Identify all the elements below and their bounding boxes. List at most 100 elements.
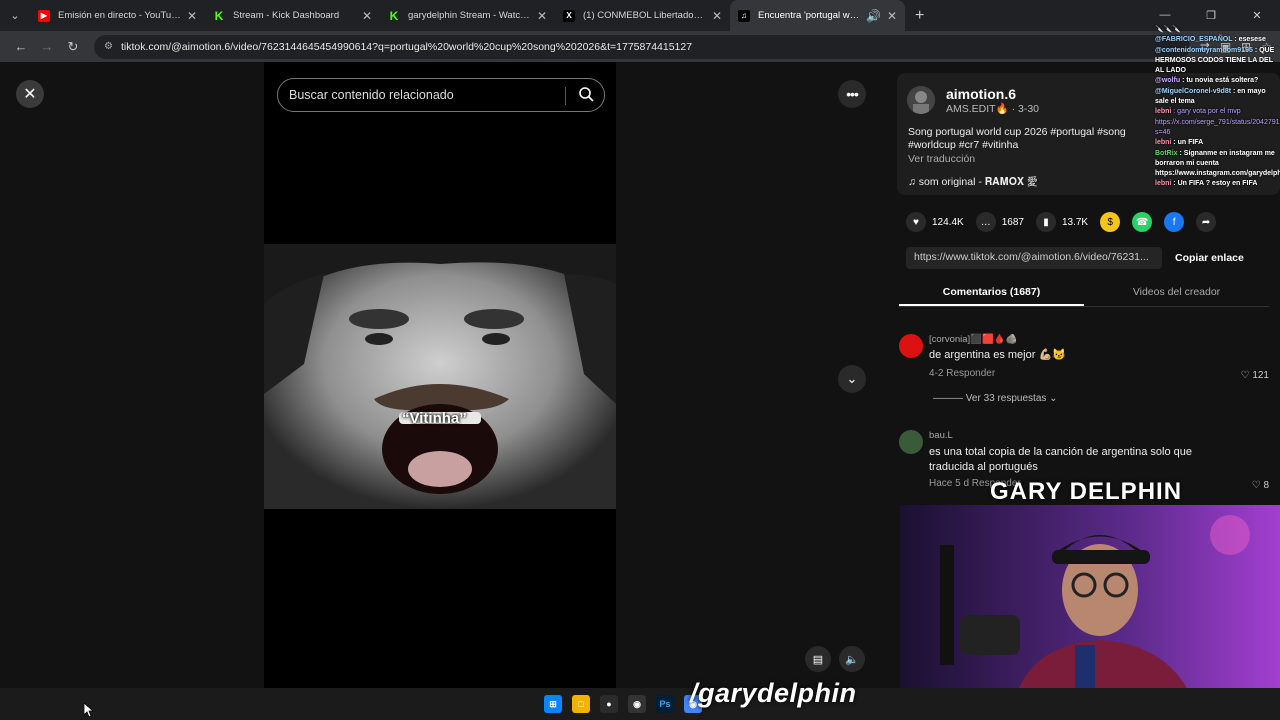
chat-message: @contenidomuyramdom9195 : QUE HERMOSOS C… (1155, 46, 1280, 77)
volume-button[interactable]: 🔈 (839, 646, 865, 672)
comment-like[interactable]: ♡ 121 (1241, 370, 1269, 381)
chat-message: @wolfu : tu novia está soltera? (1155, 76, 1280, 86)
url-input[interactable]: ⚙ tiktok.com/@aimotion.6/video/762314464… (94, 34, 1190, 59)
minimize-icon[interactable]: — (1142, 9, 1188, 22)
taskbar-icons: ⊞ □ ● ◉ Ps ◉ (544, 695, 702, 713)
search-input[interactable]: Buscar contenido relacionado (277, 78, 605, 112)
comment-username[interactable]: bau.L (929, 430, 953, 441)
search-icon[interactable] (578, 86, 594, 102)
close-tab-icon[interactable]: ✕ (187, 9, 197, 23)
tab-comments[interactable]: Comentarios (1687) (899, 280, 1084, 306)
chat-text: : gary vota por el mvp https://x.com/ser… (1155, 108, 1280, 136)
reload-icon[interactable]: ↻ (60, 39, 86, 55)
comment-icon: … (975, 212, 996, 232)
speaker-icon[interactable]: 🔊 (866, 9, 881, 23)
close-tab-icon[interactable]: ✕ (887, 9, 897, 23)
comment-avatar[interactable] (899, 430, 923, 454)
chat-user: @wolfu (1155, 77, 1181, 85)
like-stat[interactable]: ♥ 124.4K (906, 212, 964, 232)
share-icon[interactable]: ➦ (1196, 212, 1217, 232)
obs-icon[interactable]: ◉ (628, 695, 646, 713)
chat-user: lebni (1155, 180, 1172, 188)
comment-like-count: 121 (1252, 370, 1269, 381)
facebook-icon[interactable]: f (1164, 212, 1185, 232)
heart-icon: ♥ (906, 212, 926, 232)
chat-message: lebni : gary vota por el mvp https://x.c… (1155, 107, 1280, 138)
comment-meta[interactable]: 4-2 Responder (929, 368, 995, 379)
forward-icon[interactable]: → (34, 39, 60, 54)
whatsapp-icon[interactable]: ☎ (1132, 212, 1153, 232)
chat-user: @FABRICIO_ESPAÑOL (1155, 36, 1233, 44)
comment-avatar[interactable] (899, 334, 923, 358)
comments-tabs: Comentarios (1687) Videos del creador (899, 280, 1269, 307)
browser-tab-bar: ⌄ ▶ Emisión en directo - YouTube Studio … (0, 0, 1280, 31)
next-video-button[interactable]: ⌄ (838, 365, 866, 393)
tab-search-icon[interactable]: ⌄ (0, 0, 30, 31)
close-tab-icon[interactable]: ✕ (537, 9, 547, 23)
more-options-button[interactable]: ••• (838, 80, 866, 108)
close-video-button[interactable]: ✕ (16, 80, 44, 108)
restore-icon[interactable]: ❐ (1188, 9, 1234, 22)
tab-title: garydelphin Stream - Watch Live (408, 10, 531, 21)
video-description: Song portugal world cup 2026 #portugal #… (908, 126, 1126, 151)
chat-user: lebni (1155, 139, 1172, 147)
tab-creator-videos[interactable]: Videos del creador (1084, 280, 1269, 306)
new-tab-button[interactable]: + (915, 7, 924, 25)
save-count: 13.7K (1061, 216, 1089, 228)
file-explorer-icon[interactable]: □ (572, 695, 590, 713)
tab-kick-dashboard[interactable]: K Stream - Kick Dashboard ✕ (205, 0, 380, 31)
x-icon: X (563, 9, 575, 22)
davinci-icon[interactable]: ● (600, 695, 618, 713)
chat-message: lebni : un FIFA (1155, 138, 1280, 148)
mouse-cursor-icon (84, 703, 94, 717)
comment-count: 1687 (1001, 216, 1024, 228)
author-avatar[interactable] (907, 86, 935, 114)
back-icon[interactable]: ← (8, 39, 34, 54)
chat-message: lebni : Un FIFA ? estoy en FIFA (1155, 179, 1280, 189)
author-name[interactable]: aimotion.6 (946, 86, 1016, 102)
tab-kick-stream[interactable]: K garydelphin Stream - Watch Live ✕ (380, 0, 555, 31)
stream-banner: GARY DELPHIN (990, 478, 1183, 505)
close-tab-icon[interactable]: ✕ (362, 9, 372, 23)
chat-message: BotRix : Sígnanme en instagram me borrar… (1155, 149, 1280, 180)
photoshop-icon[interactable]: Ps (656, 695, 674, 713)
bookmark-icon: ▮ (1035, 212, 1056, 232)
coin-icon[interactable]: $ (1100, 212, 1121, 232)
floating-player-button[interactable]: ▤ (805, 646, 831, 672)
chat-user: @contenidomuyramdom9195 (1155, 46, 1253, 54)
comment-like[interactable]: ♡ 8 (1252, 480, 1269, 491)
chat-text: 🔪🔪🔪 (1155, 26, 1182, 33)
tab-youtube-studio[interactable]: ▶ Emisión en directo - YouTube Studio ✕ (30, 0, 205, 31)
comment-item: [corvonia]⬛🟥🩸🪨 de argentina es mejor 💪🏼😼… (899, 334, 1269, 394)
video-frame-player-face (264, 244, 616, 509)
window-controls: — ❐ ✕ (1142, 9, 1280, 22)
comment-username[interactable]: [corvonia]⬛🟥🩸🪨 (929, 334, 1018, 345)
youtube-icon: ▶ (38, 9, 50, 22)
kick-icon: K (213, 8, 225, 23)
tab-x-conmebol[interactable]: X (1) CONMEBOL Libertadores on X ✕ (555, 0, 730, 31)
view-replies-label: Ver 33 respuestas (965, 393, 1047, 404)
comment-like-count: 8 (1263, 480, 1269, 491)
close-window-icon[interactable]: ✕ (1234, 9, 1280, 22)
chat-user: BotRix (1155, 149, 1178, 157)
chat-user: lebni (1155, 108, 1172, 116)
chat-text: : esesese (1234, 36, 1266, 44)
stream-chat-overlay: 🔪🔪🔪 @FABRICIO_ESPAÑOL : esesese @conteni… (1155, 25, 1280, 190)
see-translation-link[interactable]: Ver traducción (908, 153, 975, 165)
engagement-stats: ♥ 124.4K … 1687 ▮ 13.7K $ ☎ f ➦ (906, 212, 1217, 232)
search-placeholder: Buscar contenido relacionado (289, 88, 454, 102)
view-replies-button[interactable]: ——— Ver 33 respuestas ⌄ (933, 393, 1058, 404)
music-link[interactable]: ♫ som original - 𝐑𝐀𝐌𝐎𝐗 愛 (908, 174, 1037, 189)
chat-message: 🔪🔪🔪 (1155, 25, 1280, 35)
url-text: tiktok.com/@aimotion.6/video/76231446454… (120, 40, 693, 53)
site-info-icon[interactable]: ⚙ (104, 41, 113, 52)
copy-link-button[interactable]: Copiar enlace (1175, 252, 1244, 264)
windows-start-icon[interactable]: ⊞ (544, 695, 562, 713)
close-tab-icon[interactable]: ✕ (712, 9, 722, 23)
tab-tiktok[interactable]: ♫ Encuentra 'portugal world cup song' 🔊 … (730, 0, 905, 31)
share-link-field[interactable]: https://www.tiktok.com/@aimotion.6/video… (906, 247, 1162, 269)
chat-text: : un FIFA (1173, 139, 1204, 147)
save-stat[interactable]: ▮ 13.7K (1035, 212, 1089, 232)
tiktok-icon: ♫ (738, 9, 750, 22)
comment-stat[interactable]: … 1687 (975, 212, 1024, 232)
